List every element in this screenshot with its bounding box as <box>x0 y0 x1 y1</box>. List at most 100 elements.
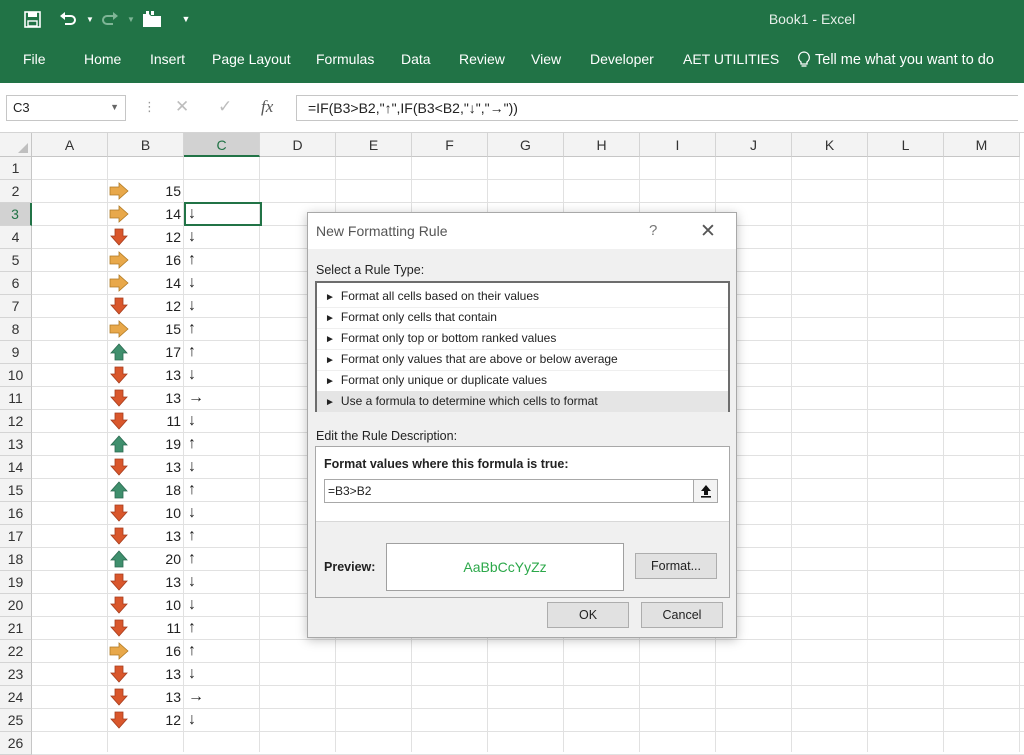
rule-type-item[interactable]: ►Format only unique or duplicate values <box>317 370 728 391</box>
cell-b10[interactable]: 13 <box>108 364 184 386</box>
cell-b16[interactable]: 10 <box>108 502 184 524</box>
row-header-19[interactable]: 19 <box>0 571 32 594</box>
tab-home[interactable]: Home <box>84 51 121 67</box>
column-header-i[interactable]: I <box>640 133 716 157</box>
tab-formulas[interactable]: Formulas <box>316 51 374 67</box>
row-header-17[interactable]: 17 <box>0 525 32 548</box>
cell-c15[interactable]: ↑ <box>185 479 260 501</box>
cell-b7[interactable]: 12 <box>108 295 184 317</box>
cell-c23[interactable]: ↓ <box>185 663 260 685</box>
column-header-f[interactable]: F <box>412 133 488 157</box>
row-header-22[interactable]: 22 <box>0 640 32 663</box>
cell-c5[interactable]: ↑ <box>185 249 260 271</box>
cell-c13[interactable]: ↑ <box>185 433 260 455</box>
cell-c10[interactable]: ↓ <box>185 364 260 386</box>
cell-b15[interactable]: 18 <box>108 479 184 501</box>
column-header-b[interactable]: B <box>108 133 184 157</box>
cell-c4[interactable]: ↓ <box>185 226 260 248</box>
cell-b23[interactable]: 13 <box>108 663 184 685</box>
row-header-7[interactable]: 7 <box>0 295 32 318</box>
rule-type-list[interactable]: ►Format all cells based on their values►… <box>315 281 730 412</box>
tab-page-layout[interactable]: Page Layout <box>212 51 291 67</box>
column-header-k[interactable]: K <box>792 133 868 157</box>
name-box[interactable]: C3 ▼ <box>6 95 126 121</box>
column-header-m[interactable]: M <box>944 133 1020 157</box>
row-header-24[interactable]: 24 <box>0 686 32 709</box>
rule-type-item[interactable]: ►Format only top or bottom ranked values <box>317 328 728 349</box>
cell-c6[interactable]: ↓ <box>185 272 260 294</box>
cell-c9[interactable]: ↑ <box>185 341 260 363</box>
cell-c14[interactable]: ↓ <box>185 456 260 478</box>
row-header-13[interactable]: 13 <box>0 433 32 456</box>
row-header-9[interactable]: 9 <box>0 341 32 364</box>
cell-b18[interactable]: 20 <box>108 548 184 570</box>
cell-b22[interactable]: 16 <box>108 640 184 662</box>
column-header-d[interactable]: D <box>260 133 336 157</box>
cancel-entry-icon[interactable]: ✕ <box>175 97 189 117</box>
cell-c12[interactable]: ↓ <box>185 410 260 432</box>
cell-b21[interactable]: 11 <box>108 617 184 639</box>
tab-aet-utilities[interactable]: AET UTILITIES <box>683 51 779 67</box>
row-header-25[interactable]: 25 <box>0 709 32 732</box>
row-header-2[interactable]: 2 <box>0 180 32 203</box>
cell-c24[interactable]: → <box>185 686 260 708</box>
insert-function-icon[interactable]: fx <box>261 97 273 117</box>
cell-b20[interactable]: 10 <box>108 594 184 616</box>
cell-b8[interactable]: 15 <box>108 318 184 340</box>
cell-b24[interactable]: 13 <box>108 686 184 708</box>
formula-bar-grip-icon[interactable]: ⋮ <box>143 99 156 115</box>
rule-type-item[interactable]: ►Format only values that are above or be… <box>317 349 728 370</box>
cell-b5[interactable]: 16 <box>108 249 184 271</box>
tab-insert[interactable]: Insert <box>150 51 185 67</box>
cell-c17[interactable]: ↑ <box>185 525 260 547</box>
cell-b3[interactable]: 14 <box>108 203 184 225</box>
row-header-5[interactable]: 5 <box>0 249 32 272</box>
cell-c20[interactable]: ↓ <box>185 594 260 616</box>
cell-c7[interactable]: ↓ <box>185 295 260 317</box>
cell-b12[interactable]: 11 <box>108 410 184 432</box>
cell-b19[interactable]: 13 <box>108 571 184 593</box>
column-header-e[interactable]: E <box>336 133 412 157</box>
cell-c16[interactable]: ↓ <box>185 502 260 524</box>
tab-file[interactable]: File <box>23 51 46 67</box>
row-header-4[interactable]: 4 <box>0 226 32 249</box>
row-header-23[interactable]: 23 <box>0 663 32 686</box>
cell-c19[interactable]: ↓ <box>185 571 260 593</box>
row-header-1[interactable]: 1 <box>0 157 32 180</box>
cell-b13[interactable]: 19 <box>108 433 184 455</box>
cell-c25[interactable]: ↓ <box>185 709 260 731</box>
formula-input[interactable]: =IF(B3>B2,"↑",IF(B3<B2,"↓","→")) <box>296 95 1018 121</box>
name-box-dropdown-icon[interactable]: ▼ <box>110 102 119 112</box>
rule-type-item[interactable]: ►Use a formula to determine which cells … <box>317 391 728 412</box>
cell-b17[interactable]: 13 <box>108 525 184 547</box>
ok-button[interactable]: OK <box>547 602 629 628</box>
format-button[interactable]: Format... <box>635 553 717 579</box>
column-header-c[interactable]: C <box>184 133 260 157</box>
tab-review[interactable]: Review <box>459 51 505 67</box>
cell-c8[interactable]: ↑ <box>185 318 260 340</box>
cell-b25[interactable]: 12 <box>108 709 184 731</box>
cell-b4[interactable]: 12 <box>108 226 184 248</box>
tell-me-search[interactable]: Tell me what you want to do <box>797 51 994 69</box>
row-header-14[interactable]: 14 <box>0 456 32 479</box>
rule-type-item[interactable]: ►Format all cells based on their values <box>317 286 728 307</box>
row-header-16[interactable]: 16 <box>0 502 32 525</box>
cell-c22[interactable]: ↑ <box>185 640 260 662</box>
column-header-l[interactable]: L <box>868 133 944 157</box>
cell-b2[interactable]: 15 <box>108 180 184 202</box>
tab-view[interactable]: View <box>531 51 561 67</box>
help-icon[interactable]: ? <box>649 222 657 239</box>
cell-b14[interactable]: 13 <box>108 456 184 478</box>
row-header-20[interactable]: 20 <box>0 594 32 617</box>
row-header-21[interactable]: 21 <box>0 617 32 640</box>
column-header-h[interactable]: H <box>564 133 640 157</box>
cell-c21[interactable]: ↑ <box>185 617 260 639</box>
row-header-6[interactable]: 6 <box>0 272 32 295</box>
rule-type-item[interactable]: ►Format only cells that contain <box>317 307 728 328</box>
tab-developer[interactable]: Developer <box>590 51 654 67</box>
cell-c11[interactable]: → <box>185 387 260 409</box>
cancel-button[interactable]: Cancel <box>641 602 723 628</box>
close-icon[interactable]: ✕ <box>700 220 716 243</box>
column-header-j[interactable]: J <box>716 133 792 157</box>
collapse-dialog-button[interactable] <box>693 480 717 502</box>
